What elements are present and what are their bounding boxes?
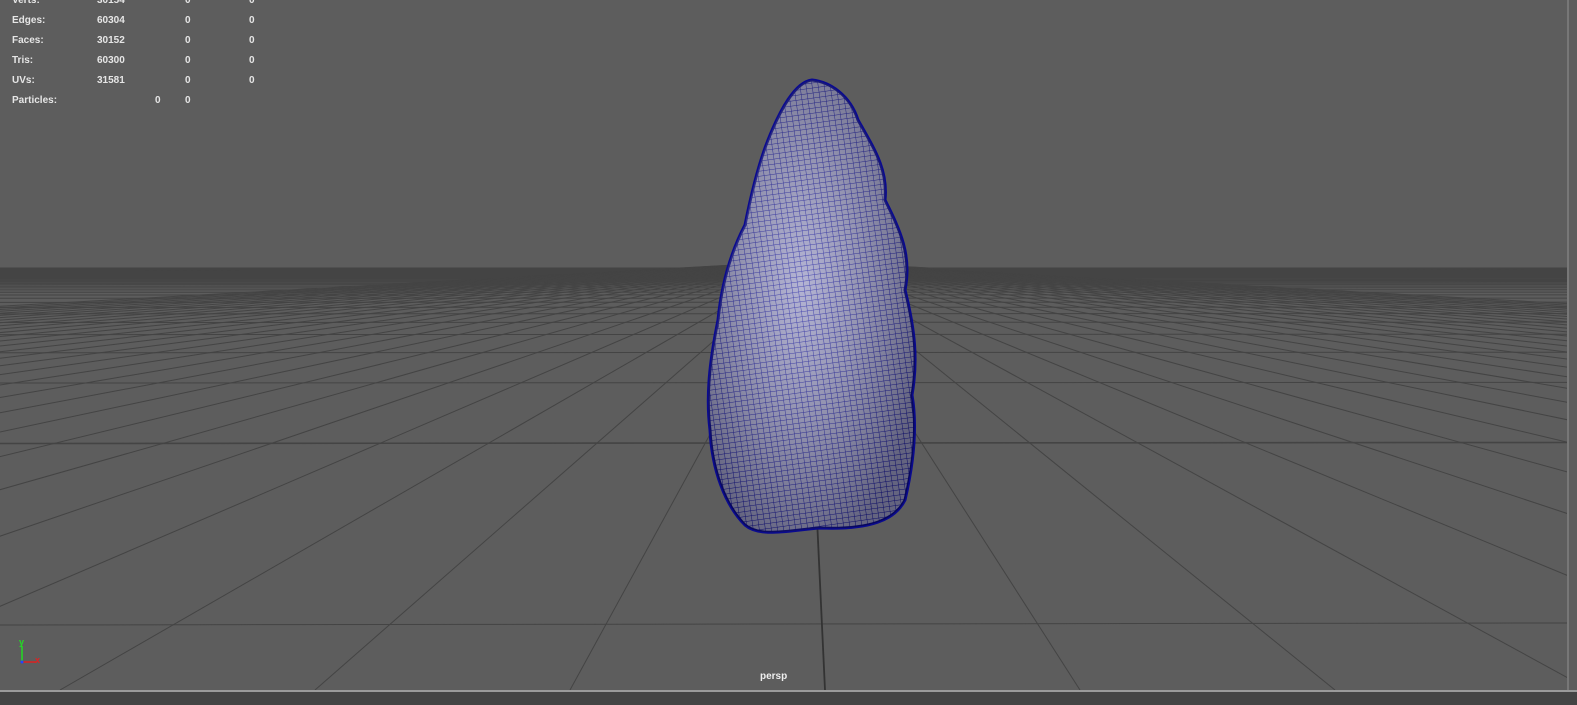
- hud-value: 0: [249, 0, 255, 11]
- hud-value: 0: [249, 51, 255, 71]
- hud-value: 0: [185, 0, 191, 11]
- hud-value: Edges:: [12, 11, 45, 31]
- hud-row-edges: Edges: 60304 0 0: [12, 11, 282, 31]
- hud-value: 0: [155, 91, 161, 111]
- hud-value: 31581: [97, 71, 125, 91]
- hud-row-tris: Tris: 60300 0 0: [12, 51, 282, 71]
- hud-value: 0: [249, 71, 255, 91]
- view-axis-indicator: y x: [12, 636, 42, 671]
- axis-x-label: x: [35, 655, 40, 665]
- hud-value: 0: [185, 31, 191, 51]
- hud-row-uvs: UVs: 31581 0 0: [12, 71, 282, 91]
- hud-value: 0: [185, 11, 191, 31]
- hud-row-verts: Verts: 30154 0 0: [12, 0, 282, 11]
- hud-value: Faces:: [12, 31, 44, 51]
- hud-value: 30152: [97, 31, 125, 51]
- hud-value: Verts:: [12, 0, 40, 11]
- hud-value: 60300: [97, 51, 125, 71]
- hud-value: UVs:: [12, 71, 35, 91]
- hud-value: 0: [185, 71, 191, 91]
- hud-row-faces: Faces: 30152 0 0: [12, 31, 282, 51]
- hud-value: 0: [249, 31, 255, 51]
- hud-row-particles: Particles: 0 0: [12, 91, 282, 111]
- hud-value: 0: [185, 91, 191, 111]
- camera-name-label: persp: [760, 671, 787, 682]
- hud-value: 30154: [97, 0, 125, 11]
- viewport-persp[interactable]: Verts:3015400Edges:6030400Faces:3015200T…: [0, 0, 1569, 690]
- hud-value: 0: [249, 11, 255, 31]
- hud-value: Particles:: [12, 91, 57, 111]
- axis-y-label: y: [19, 637, 24, 647]
- hud-value: 60304: [97, 11, 125, 31]
- poly-count-hud: Verts:3015400Edges:6030400Faces:3015200T…: [12, 0, 282, 111]
- hud-value: Tris:: [12, 51, 33, 71]
- hud-value: 0: [185, 51, 191, 71]
